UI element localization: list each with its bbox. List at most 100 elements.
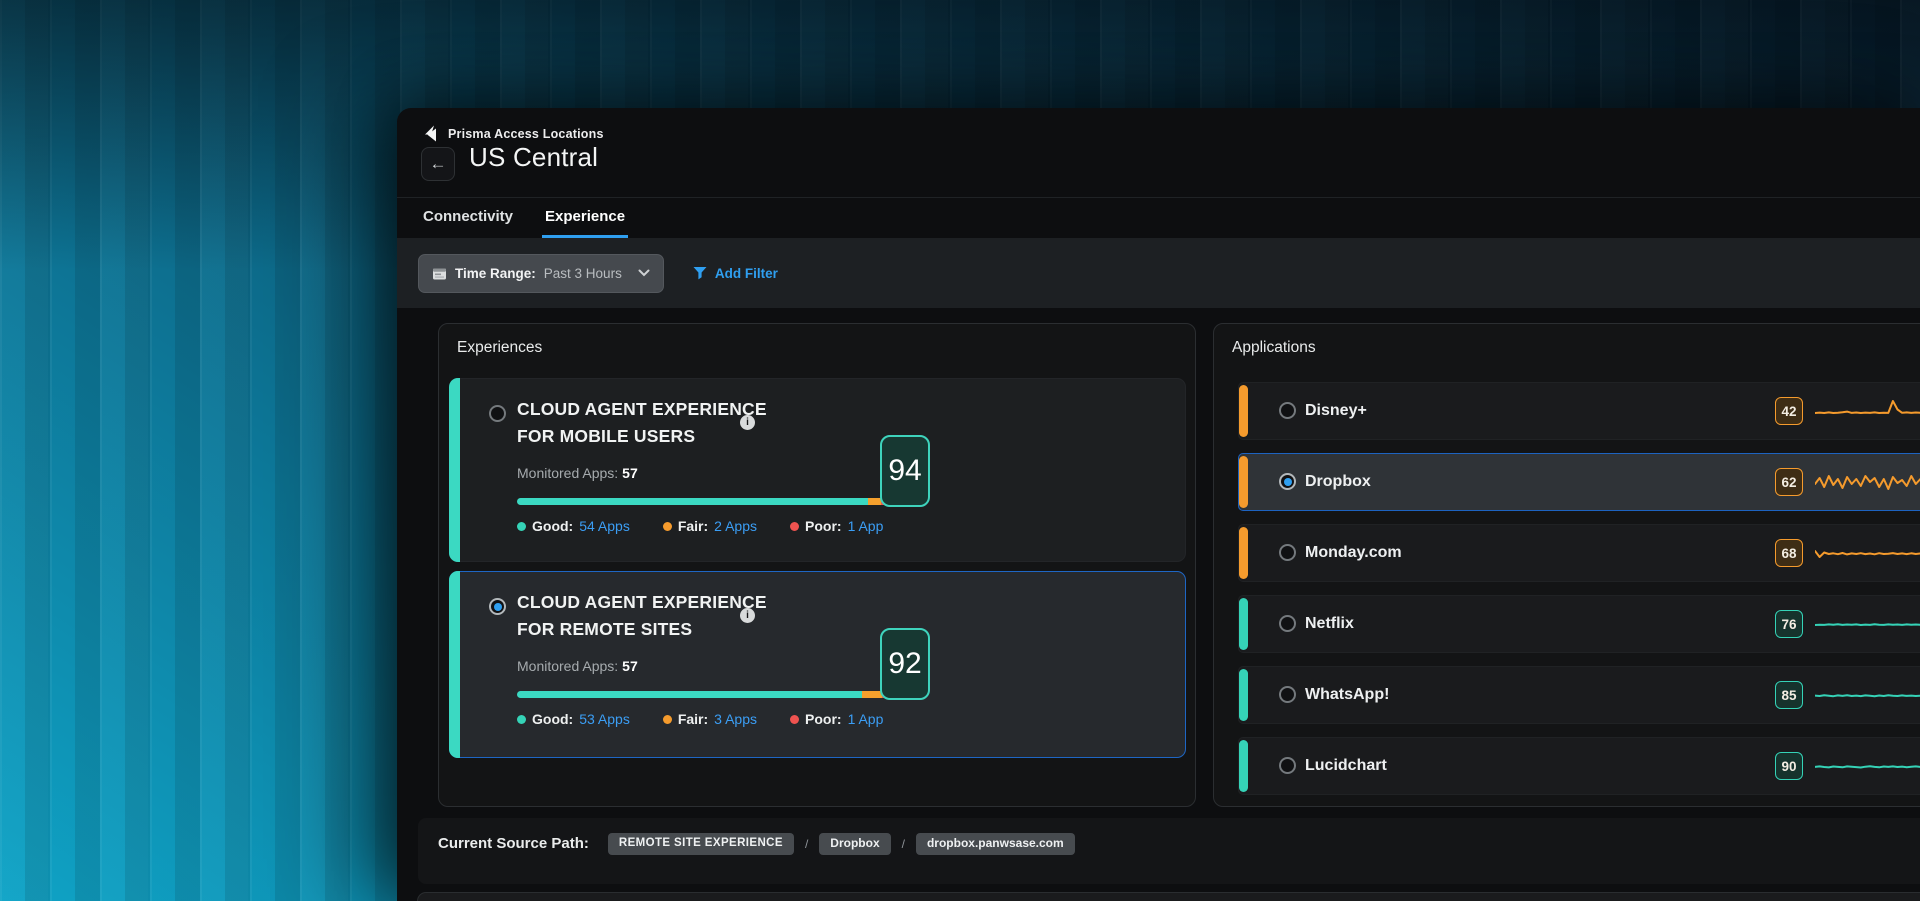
legend-poor: Poor:1 App [790, 711, 883, 727]
app-row-monday[interactable]: Monday.com 68 [1238, 524, 1920, 582]
app-score-badge: 76 [1775, 610, 1803, 638]
card-accent-bar [449, 571, 460, 758]
app-name: Netflix [1305, 596, 1354, 652]
chevron-down-icon [638, 269, 650, 277]
calendar-icon [432, 266, 447, 281]
app-radio[interactable] [1279, 544, 1296, 561]
app-score-badge: 62 [1775, 468, 1803, 496]
app-quality-bar [517, 691, 888, 698]
experience-card-remote-sites[interactable]: CLOUD AGENT EXPERIENCE FOR REMOTE SITES … [449, 571, 1186, 758]
experience-score-badge: 94 [880, 435, 930, 507]
app-name: Dropbox [1305, 454, 1371, 510]
row-accent-bar [1239, 527, 1248, 579]
good-dot-icon [517, 522, 526, 531]
app-row-dropbox[interactable]: Dropbox 62 [1238, 453, 1920, 511]
fair-dot-icon [663, 522, 672, 531]
back-arrow-icon: ← [430, 154, 447, 174]
quality-legend: Good:54 Apps Fair:2 Apps Poor:1 App [517, 518, 883, 534]
row-accent-bar [1239, 456, 1248, 508]
trend-sparkline [1815, 609, 1920, 641]
legend-good: Good:54 Apps [517, 518, 630, 534]
row-accent-bar [1239, 598, 1248, 650]
bar-good-segment [517, 498, 868, 505]
path-separator: / [805, 833, 808, 855]
trend-sparkline [1815, 751, 1920, 783]
filter-bar: Time Range: Past 3 Hours Add Filter [397, 238, 1920, 308]
app-radio[interactable] [1279, 615, 1296, 632]
info-icon[interactable] [740, 608, 755, 623]
app-radio[interactable] [1279, 402, 1296, 419]
applications-panel-title: Applications [1232, 339, 1316, 357]
app-label: Prisma Access Locations [448, 127, 604, 141]
next-section-panel-edge [417, 892, 1920, 901]
source-path-segment-domain: dropbox.panwsase.com [916, 833, 1075, 855]
monitored-apps: Monitored Apps:57 [517, 658, 638, 674]
applications-panel: Applications Disney+ 42 Dropbox 62 Monda… [1213, 323, 1920, 807]
row-accent-bar [1239, 740, 1248, 792]
bar-good-segment [517, 691, 862, 698]
info-icon[interactable] [740, 415, 755, 430]
app-score-badge: 68 [1775, 539, 1803, 567]
experience-title: CLOUD AGENT EXPERIENCE FOR MOBILE USERS [517, 396, 802, 450]
experience-radio[interactable] [489, 598, 506, 615]
time-range-dropdown[interactable]: Time Range: Past 3 Hours [418, 254, 664, 293]
poor-dot-icon [790, 522, 799, 531]
app-row-whatsapp[interactable]: WhatsApp! 85 [1238, 666, 1920, 724]
trend-sparkline [1815, 467, 1920, 499]
trend-sparkline [1815, 538, 1920, 570]
fair-dot-icon [663, 715, 672, 724]
app-name: Disney+ [1305, 383, 1367, 439]
desktop-background: { "colors": { "teal": "#35d3b7", "orange… [0, 0, 1920, 901]
applications-list: Disney+ 42 Dropbox 62 Monday.com 68 [1214, 382, 1920, 807]
legend-poor: Poor:1 App [790, 518, 883, 534]
app-score-badge: 42 [1775, 397, 1803, 425]
funnel-icon [693, 266, 707, 280]
source-path-segment-experience: REMOTE SITE EXPERIENCE [608, 833, 794, 855]
good-dot-icon [517, 715, 526, 724]
time-range-value: Past 3 Hours [544, 266, 622, 281]
app-brand: Prisma Access Locations [423, 125, 604, 142]
quality-legend: Good:53 Apps Fair:3 Apps Poor:1 App [517, 711, 883, 727]
source-path-label: Current Source Path: [438, 833, 589, 855]
legend-fair: Fair:3 Apps [663, 711, 757, 727]
page-title: US Central [469, 142, 598, 173]
card-accent-bar [449, 378, 460, 562]
app-quality-bar [517, 498, 888, 505]
app-window: Prisma Access Locations ← US Central Con… [397, 108, 1920, 901]
app-radio[interactable] [1279, 757, 1296, 774]
monitored-apps: Monitored Apps:57 [517, 465, 638, 481]
app-name: WhatsApp! [1305, 667, 1389, 723]
prisma-logo-icon [423, 125, 439, 142]
source-path-segment-app: Dropbox [819, 833, 890, 855]
time-range-label: Time Range: [455, 266, 536, 281]
poor-dot-icon [790, 715, 799, 724]
bar-fair-segment [862, 691, 882, 698]
tab-connectivity[interactable]: Connectivity [420, 198, 516, 238]
source-path-bar: Current Source Path: REMOTE SITE EXPERIE… [418, 818, 1920, 884]
row-accent-bar [1239, 385, 1248, 437]
back-button[interactable]: ← [421, 147, 455, 181]
app-radio[interactable] [1279, 686, 1296, 703]
app-row-netflix[interactable]: Netflix 76 [1238, 595, 1920, 653]
experience-card-mobile-users[interactable]: CLOUD AGENT EXPERIENCE FOR MOBILE USERS … [449, 378, 1186, 562]
app-score-badge: 90 [1775, 752, 1803, 780]
trend-sparkline [1815, 680, 1920, 712]
add-filter-button[interactable]: Add Filter [693, 266, 778, 281]
legend-good: Good:53 Apps [517, 711, 630, 727]
app-score-badge: 85 [1775, 681, 1803, 709]
row-accent-bar [1239, 669, 1248, 721]
path-separator: / [902, 833, 905, 855]
legend-fair: Fair:2 Apps [663, 518, 757, 534]
add-filter-label: Add Filter [715, 266, 778, 281]
app-name: Lucidchart [1305, 738, 1387, 794]
experiences-panel-title: Experiences [457, 339, 542, 357]
app-radio[interactable] [1279, 473, 1296, 490]
experience-radio[interactable] [489, 405, 506, 422]
experience-title: CLOUD AGENT EXPERIENCE FOR REMOTE SITES [517, 589, 802, 643]
trend-sparkline [1815, 396, 1920, 428]
app-row-lucidchart[interactable]: Lucidchart 90 [1238, 737, 1920, 795]
app-row-disney[interactable]: Disney+ 42 [1238, 382, 1920, 440]
experience-score-badge: 92 [880, 628, 930, 700]
tab-experience[interactable]: Experience [542, 198, 628, 238]
app-name: Monday.com [1305, 525, 1402, 581]
